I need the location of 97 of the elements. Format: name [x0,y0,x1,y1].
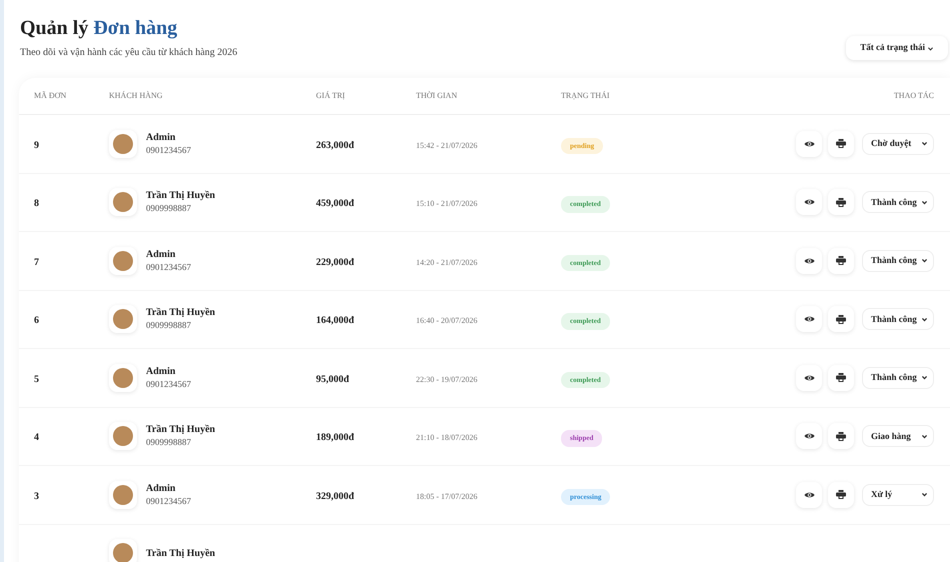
view-button[interactable] [796,130,822,157]
order-time: 15:42 - 21/07/2026 [416,140,478,150]
avatar [113,309,133,330]
printer-icon [836,139,846,148]
status-select[interactable]: Thành công [862,250,934,272]
customer-phone: 0901234567 [146,260,191,274]
order-price: 459,000đ [316,198,354,210]
order-time: 21:10 - 18/07/2026 [416,433,478,442]
order-id: 4 [34,432,39,444]
page-subtitle: Theo dõi và vận hành các yêu cầu từ khách hàng 2026 [20,46,238,60]
order-time: 14:20 - 21/07/2026 [416,258,478,267]
view-button[interactable] [796,306,822,332]
view-button[interactable] [796,482,822,508]
customer-phone: 0909998887 [146,436,192,450]
order-price: 263,000đ [316,140,354,151]
order-price: 229,000đ [316,256,354,268]
status-select[interactable]: Giao hàng [862,425,934,448]
printer-icon [836,432,846,441]
order-id: 7 [34,256,39,268]
chevron-down-icon [927,44,934,52]
customer-phone: 0909998887 [146,319,192,332]
customer-name: Trần Thị Huyền [146,423,216,436]
page-title: Quản lý [20,17,90,39]
printer-icon [836,198,846,207]
print-button[interactable] [828,306,854,332]
view-button[interactable] [796,248,822,274]
title-highlight: Đơn hàng [93,17,178,39]
eye-icon [804,490,814,499]
avatar [113,543,133,562]
avatar [113,426,133,446]
print-button[interactable] [828,248,854,274]
order-time: 22:30 - 19/07/2026 [416,374,478,384]
chevron-down-icon [921,374,928,382]
column-header: THAO TÁC [894,91,934,100]
avatar [113,484,133,505]
column-header: MÃ ĐƠN [34,91,66,100]
customer-name: Trần Thị Huyền [146,189,216,202]
status-select[interactable]: Xử lý [862,484,934,506]
order-id: 8 [34,198,39,210]
customer-phone: 0909998887 [146,202,192,216]
eye-icon [804,256,814,265]
customer-name: Trần Thị Huyền [146,546,216,560]
print-button[interactable] [828,189,854,216]
order-id: 3 [34,490,39,502]
status-select[interactable]: Thành công [862,191,934,214]
chevron-down-icon [921,257,928,264]
order-price: 329,000đ [316,490,354,502]
avatar [113,192,133,212]
order-price: 164,000đ [316,315,354,326]
order-time: 18:05 - 17/07/2026 [416,492,478,501]
print-button[interactable] [828,423,854,450]
printer-icon [836,256,846,266]
print-button[interactable] [828,482,854,508]
printer-icon [836,490,846,500]
status-select[interactable]: Thành công [862,308,934,330]
column-header: KHÁCH HÀNG [109,91,163,100]
customer-name: Admin [146,248,176,261]
status-select[interactable]: Thành công [862,366,934,389]
view-button[interactable] [796,189,822,216]
avatar [113,250,133,271]
printer-icon [836,314,846,324]
view-button[interactable] [796,423,822,450]
chevron-down-icon [921,198,928,206]
avatar [113,368,133,388]
eye-icon [804,140,814,148]
order-time: 16:40 - 20/07/2026 [416,316,478,326]
status-select[interactable]: Chờ duyệt [862,132,934,155]
eye-icon [804,374,814,382]
order-id: 5 [34,374,39,385]
chevron-down-icon [921,432,928,440]
customer-phone: 0901234567 [146,494,191,508]
order-id: 6 [34,315,39,326]
view-button[interactable] [796,364,822,391]
eye-icon [804,315,814,324]
chevron-down-icon [921,316,928,323]
status-filter-dropdown[interactable]: Tất cả trạng thái [846,36,948,60]
order-price: 95,000đ [316,374,350,385]
column-header: GIÁ TRỊ [316,91,345,100]
order-price: 189,000đ [316,432,354,444]
order-time: 15:10 - 21/07/2026 [416,199,478,208]
customer-name: Trần Thị Huyền [146,306,216,320]
customer-phone: 0901234567 [146,378,191,391]
chevron-down-icon [921,140,928,148]
avatar [113,134,133,154]
column-header: TRẠNG THÁI [561,91,610,100]
customer-name: Admin [146,364,176,378]
print-button[interactable] [828,364,854,391]
column-header: THỜI GIAN [416,91,458,100]
chevron-down-icon [921,491,928,498]
eye-icon [804,198,814,206]
printer-icon [836,373,846,382]
customer-name: Admin [146,482,176,495]
customer-name: Admin [146,130,176,144]
customer-phone: 0901234567 [146,144,191,157]
eye-icon [804,432,814,440]
print-button[interactable] [828,130,854,157]
order-id: 9 [34,140,39,151]
